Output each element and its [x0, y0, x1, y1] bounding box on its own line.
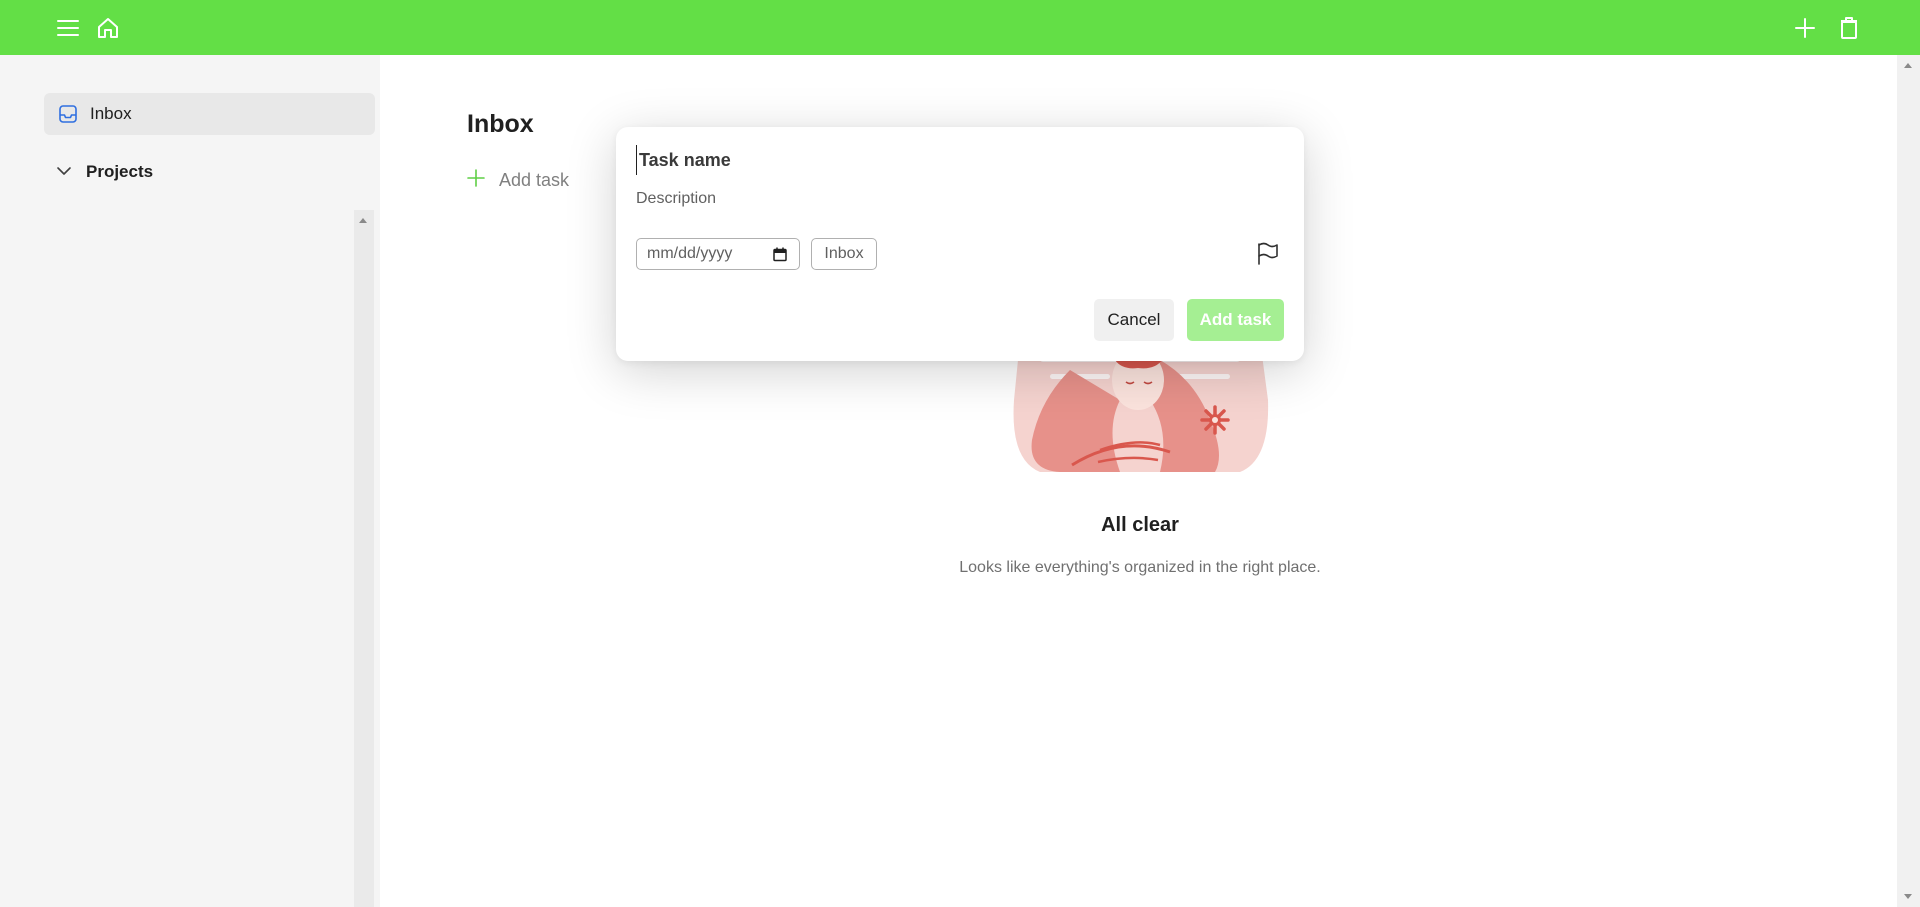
empty-state-title: All clear	[1101, 514, 1179, 536]
empty-state-subtitle: Looks like everything's organized in the…	[959, 559, 1321, 576]
sidebar-item-label: Inbox	[90, 104, 132, 123]
task-name-input[interactable]	[636, 145, 1281, 175]
plus-icon	[467, 168, 485, 192]
scroll-up-arrow-icon[interactable]	[1904, 63, 1912, 68]
projects-label: Projects	[86, 162, 154, 181]
sidebar: Inbox Projects	[0, 55, 380, 907]
project-select[interactable]: Inbox	[811, 238, 877, 270]
sidebar-projects-toggle[interactable]: Projects	[56, 155, 356, 189]
flag-icon[interactable]	[1253, 239, 1283, 269]
date-placeholder: mm/dd/yyyy	[647, 245, 733, 262]
add-task-dialog: mm/dd/yyyy Inbox Cancel Add task	[616, 127, 1304, 361]
empty-state-illustration	[1013, 340, 1269, 472]
page-title: Inbox	[467, 110, 534, 138]
chevron-down-icon	[56, 163, 72, 181]
menu-icon[interactable]	[50, 10, 86, 46]
add-task-submit-button[interactable]: Add task	[1187, 299, 1284, 341]
sidebar-scrollbar[interactable]	[354, 210, 374, 907]
add-task-button[interactable]: Add task	[467, 165, 569, 195]
plus-icon[interactable]	[1787, 10, 1823, 46]
home-icon[interactable]	[90, 10, 126, 46]
scroll-down-arrow-icon[interactable]	[1904, 894, 1912, 899]
due-date-input[interactable]: mm/dd/yyyy	[636, 238, 800, 270]
scroll-up-arrow-icon[interactable]	[359, 218, 367, 223]
sidebar-item-inbox[interactable]: Inbox	[44, 93, 375, 135]
trash-icon[interactable]	[1831, 10, 1867, 46]
top-bar	[0, 0, 1920, 55]
page-scrollbar[interactable]	[1897, 55, 1920, 907]
description-input[interactable]	[636, 187, 1276, 211]
add-task-label: Add task	[499, 169, 570, 190]
cancel-button[interactable]: Cancel	[1094, 299, 1174, 341]
inbox-icon	[56, 102, 80, 126]
calendar-icon[interactable]	[773, 247, 787, 267]
